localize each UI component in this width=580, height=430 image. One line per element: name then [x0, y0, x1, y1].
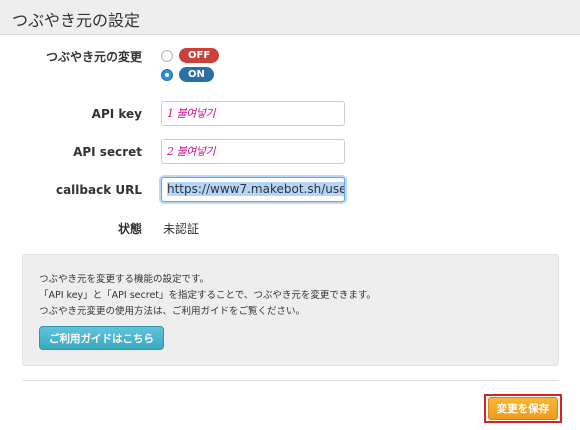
- api-key-value: 1 불여넣기: [167, 107, 215, 120]
- callback-url-value: https://www7.makebot.sh/user/oaut: [167, 182, 344, 196]
- info-box: つぶやき元を変更する機能の設定です。 「API key」と「API secret…: [22, 254, 559, 366]
- api-secret-input[interactable]: 2 불여넣기: [161, 139, 345, 164]
- api-key-label: API key: [91, 107, 142, 121]
- status-value: 未認証: [163, 222, 200, 236]
- radio-on[interactable]: [161, 68, 173, 81]
- save-button[interactable]: 変更を保存: [488, 397, 558, 420]
- info-line-2: 「API key」と「API secret」を指定することで、つぶやき元を変更で…: [39, 290, 376, 301]
- api-secret-value: 2 불여넣기: [167, 145, 215, 158]
- page-title: つぶやき元の設定: [12, 11, 141, 30]
- off-badge[interactable]: OFF: [179, 48, 220, 63]
- guide-button[interactable]: ご利用ガイドはこちら: [39, 326, 164, 350]
- status-label: 状態: [117, 222, 142, 236]
- on-badge[interactable]: ON: [179, 67, 214, 82]
- radio-on-row[interactable]: ON: [161, 67, 214, 82]
- divider: [22, 380, 559, 381]
- toggle-label: つぶやき元の変更: [45, 50, 142, 64]
- info-line-1: つぶやき元を変更する機能の設定です。: [39, 274, 210, 285]
- info-line-3: つぶやき元変更の使用方法は、ご利用ガイドをご覧ください。: [39, 306, 306, 317]
- callback-url-label: callback URL: [55, 183, 142, 197]
- api-key-input[interactable]: 1 불여넣기: [161, 101, 345, 126]
- page-header: つぶやき元の設定: [0, 0, 580, 35]
- radio-off[interactable]: [161, 49, 173, 62]
- callback-url-input[interactable]: https://www7.makebot.sh/user/oaut: [161, 177, 345, 202]
- radio-off-row[interactable]: OFF: [161, 48, 220, 63]
- api-secret-label: API secret: [73, 145, 142, 159]
